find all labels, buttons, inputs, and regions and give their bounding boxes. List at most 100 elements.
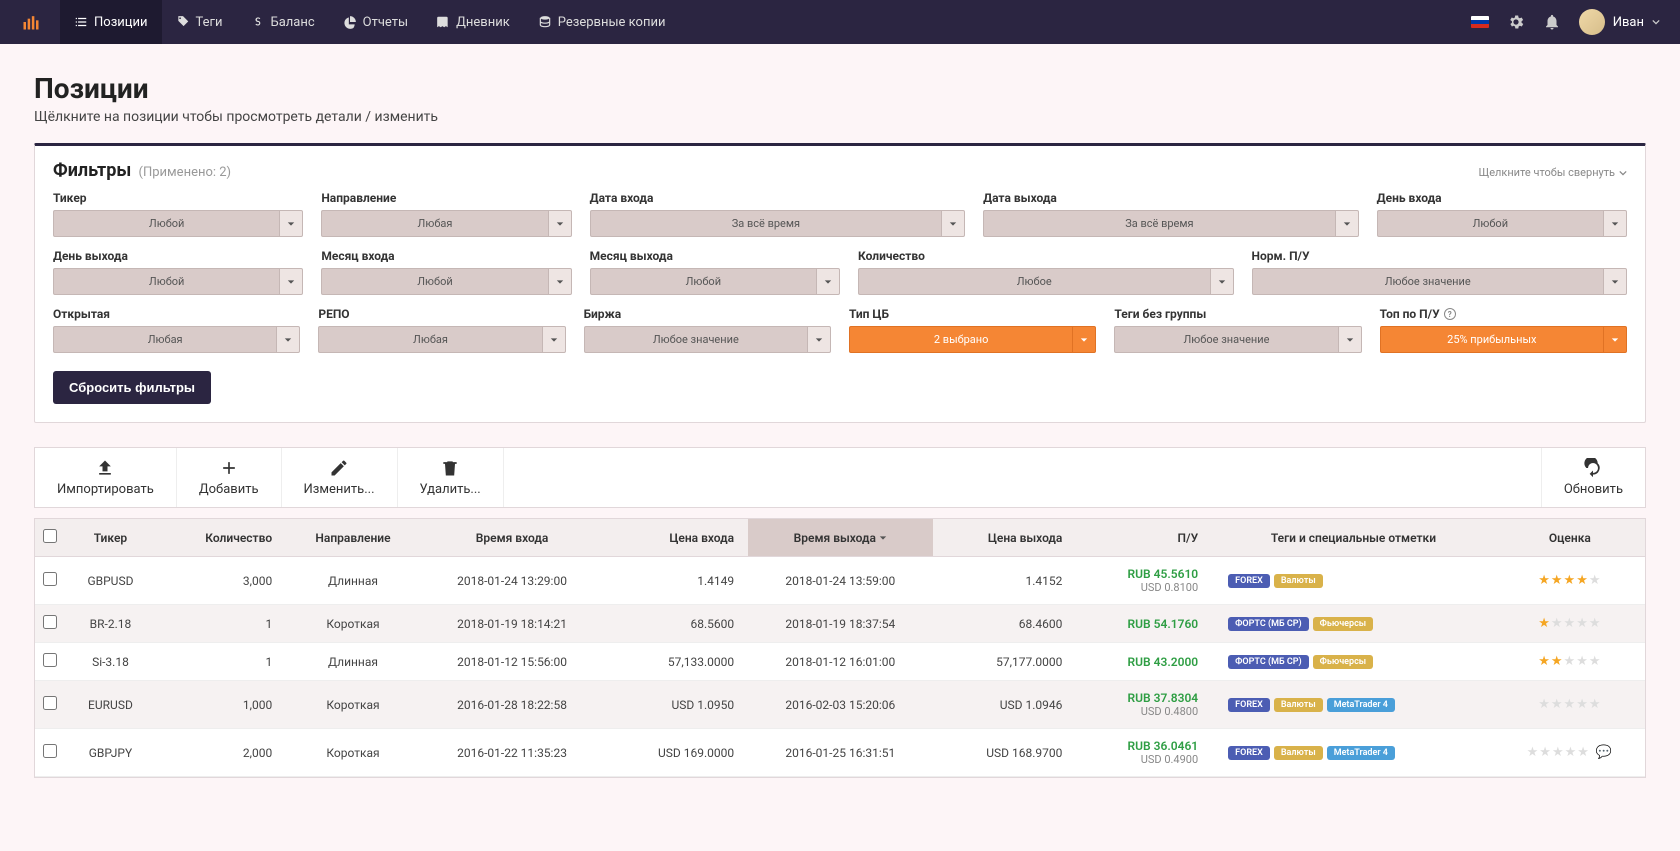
upload-icon: [95, 458, 115, 478]
tag[interactable]: Валюты: [1274, 698, 1323, 712]
col-price-in[interactable]: Цена входа: [604, 519, 748, 557]
select-all-checkbox[interactable]: [43, 529, 57, 543]
rating-stars[interactable]: ★★★★★💬: [1527, 745, 1613, 760]
nav-Резервные копии[interactable]: Резервные копии: [524, 0, 680, 44]
cell-ticker: EURUSD: [65, 681, 156, 729]
row-checkbox[interactable]: [43, 572, 57, 586]
col-ticker[interactable]: Тикер: [65, 519, 156, 557]
filter-sec_type: Тип ЦБ2 выбрано: [849, 307, 1096, 353]
tag[interactable]: FOREX: [1228, 574, 1270, 588]
topbar: ПозицииТегиБалансОтчетыДневникРезервные …: [0, 0, 1680, 44]
nav-Отчеты[interactable]: Отчеты: [329, 0, 422, 44]
table-row[interactable]: GBPJPY2,000Короткая2016-01-22 11:35:23US…: [35, 729, 1645, 777]
table-row[interactable]: BR-2.181Короткая2018-01-19 18:14:2168.56…: [35, 605, 1645, 643]
filter-select-date_in[interactable]: За всё время: [590, 210, 966, 237]
rating-stars[interactable]: ★★★★★: [1538, 573, 1601, 588]
filters-collapse-toggle[interactable]: Щелкните чтобы свернуть: [1479, 166, 1627, 179]
rating-stars[interactable]: ★★★★★: [1538, 697, 1601, 712]
filter-select-top_pl[interactable]: 25% прибыльных: [1380, 326, 1627, 353]
chevron-down-icon: [1603, 326, 1627, 353]
info-icon[interactable]: ?: [1444, 308, 1456, 320]
tag[interactable]: Валюты: [1274, 746, 1323, 760]
rating-stars[interactable]: ★★★★★: [1538, 654, 1601, 669]
tag[interactable]: ФОРТС (МБ СР): [1228, 617, 1308, 631]
table-row[interactable]: GBPUSD3,000Длинная2018-01-24 13:29:001.4…: [35, 557, 1645, 605]
cell-time-out: 2018-01-12 16:01:00: [748, 643, 932, 681]
filter-select-day_in[interactable]: Любой: [1377, 210, 1627, 237]
filter-select-exchange[interactable]: Любое значение: [584, 326, 831, 353]
col-direction[interactable]: Направление: [286, 519, 420, 557]
tag[interactable]: Фьючерсы: [1313, 655, 1373, 669]
add-button[interactable]: Добавить: [177, 448, 282, 507]
tag[interactable]: FOREX: [1228, 746, 1270, 760]
delete-button[interactable]: Удалить...: [398, 448, 504, 507]
refresh-button[interactable]: Обновить: [1541, 448, 1645, 507]
filter-select-norm_pl[interactable]: Любое значение: [1252, 268, 1628, 295]
filter-select-day_out[interactable]: Любой: [53, 268, 303, 295]
col-price-out[interactable]: Цена выхода: [933, 519, 1077, 557]
filter-select-date_out[interactable]: За всё время: [983, 210, 1359, 237]
tag[interactable]: FOREX: [1228, 698, 1270, 712]
col-rating[interactable]: Оценка: [1495, 519, 1645, 557]
col-time-in[interactable]: Время входа: [420, 519, 604, 557]
comment-icon[interactable]: 💬: [1596, 745, 1613, 760]
filter-label: РЕПО: [318, 307, 565, 321]
filter-select-ticker[interactable]: Любой: [53, 210, 303, 237]
filter-select-month_out[interactable]: Любой: [590, 268, 840, 295]
cell-qty: 1,000: [156, 681, 286, 729]
filter-month_in: Месяц входа Любой: [321, 249, 571, 295]
filter-select-repo[interactable]: Любая: [318, 326, 565, 353]
cell-rating: ★★★★★💬: [1495, 729, 1645, 777]
filter-label: Открытая: [53, 307, 300, 321]
cell-price-out: USD 1.0946: [933, 681, 1077, 729]
col-tags[interactable]: Теги и специальные отметки: [1212, 519, 1495, 557]
nav-Дневник[interactable]: Дневник: [422, 0, 524, 44]
col-pl[interactable]: П/У: [1076, 519, 1212, 557]
filters-applied-count: (Применено: 2): [139, 165, 232, 180]
tag[interactable]: MetaTrader 4: [1327, 698, 1395, 712]
filter-day_out: День выходаЛюбой: [53, 249, 303, 295]
table-row[interactable]: Si-3.181Длинная2018-01-12 15:56:0057,133…: [35, 643, 1645, 681]
app-logo[interactable]: [16, 7, 46, 37]
filter-norm_pl: Норм. П/УЛюбое значение: [1252, 249, 1628, 295]
table-row[interactable]: EURUSD1,000Короткая2016-01-28 18:22:58US…: [35, 681, 1645, 729]
col-time-out[interactable]: Время выхода: [748, 519, 932, 557]
tag[interactable]: Валюты: [1274, 574, 1323, 588]
cell-time-in: 2016-01-28 18:22:58: [420, 681, 604, 729]
tag[interactable]: MetaTrader 4: [1327, 746, 1395, 760]
cell-ticker: Si-3.18: [65, 643, 156, 681]
plus-icon: [219, 458, 239, 478]
reset-filters-button[interactable]: Сбросить фильтры: [53, 371, 211, 404]
cell-time-out: 2018-01-19 18:37:54: [748, 605, 932, 643]
filter-tags_nogroup: Теги без группыЛюбое значение: [1114, 307, 1361, 353]
nav-Теги[interactable]: Теги: [162, 0, 237, 44]
filter-select-tags_nogroup[interactable]: Любое значение: [1114, 326, 1361, 353]
col-qty[interactable]: Количество: [156, 519, 286, 557]
filter-select-qty[interactable]: Любое: [858, 268, 1234, 295]
sort-desc-icon: [879, 534, 887, 542]
tag[interactable]: ФОРТС (МБ СР): [1228, 655, 1308, 669]
filter-select-month_in[interactable]: Любой: [321, 268, 571, 295]
user-menu[interactable]: Иван: [1579, 9, 1660, 35]
row-checkbox[interactable]: [43, 615, 57, 629]
tag[interactable]: Фьючерсы: [1313, 617, 1373, 631]
rating-stars[interactable]: ★★★★★: [1538, 616, 1601, 631]
chevron-down-icon: [807, 326, 831, 353]
row-checkbox[interactable]: [43, 653, 57, 667]
edit-button[interactable]: Изменить...: [282, 448, 398, 507]
nav-Баланс[interactable]: Баланс: [237, 0, 329, 44]
settings-icon[interactable]: [1507, 13, 1525, 31]
nav-Позиции[interactable]: Позиции: [60, 0, 162, 44]
row-checkbox[interactable]: [43, 696, 57, 710]
language-flag[interactable]: [1471, 16, 1489, 28]
row-checkbox[interactable]: [43, 744, 57, 758]
cell-ticker: BR-2.18: [65, 605, 156, 643]
cell-price-in: 57,133.0000: [604, 643, 748, 681]
filter-select-sec_type[interactable]: 2 выбрано: [849, 326, 1096, 353]
filter-select-direction[interactable]: Любая: [321, 210, 571, 237]
filter-label: Месяц входа: [321, 249, 571, 263]
import-button[interactable]: Импортировать: [35, 448, 177, 507]
filter-select-open[interactable]: Любая: [53, 326, 300, 353]
filter-month_out: Месяц выходаЛюбой: [590, 249, 840, 295]
bell-icon[interactable]: [1543, 13, 1561, 31]
